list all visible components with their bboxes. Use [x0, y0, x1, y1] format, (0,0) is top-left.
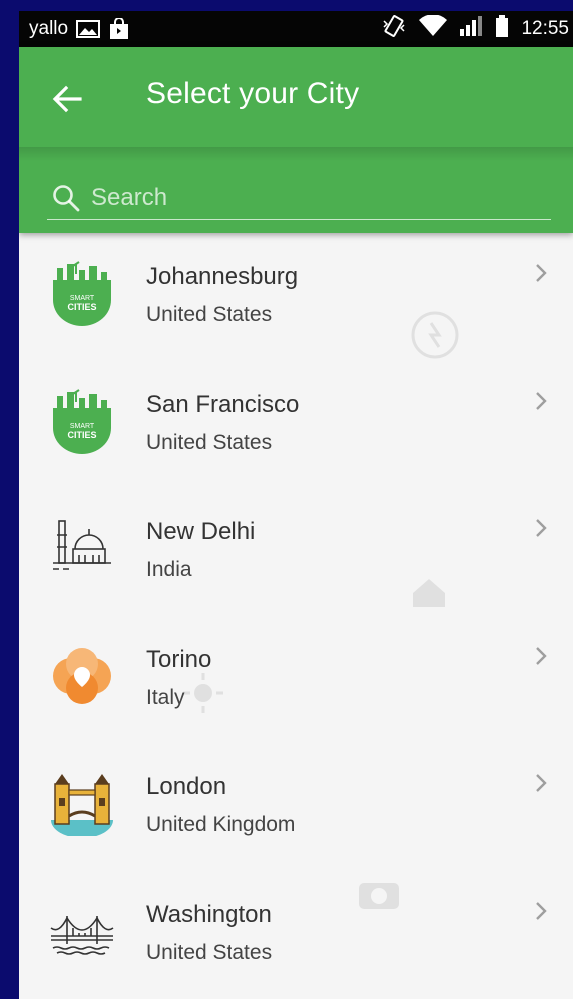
battery-icon [495, 15, 509, 43]
city-list: SMART CITIES Johannesburg United States [19, 233, 573, 998]
search-icon [53, 185, 80, 212]
monument-logo-icon [53, 520, 111, 570]
city-country: United States [146, 303, 273, 326]
city-country: United States [146, 940, 273, 964]
city-name: Johannesburg [146, 263, 299, 290]
chevron-right-icon [536, 519, 547, 537]
clock: 12:55 [521, 18, 569, 39]
chevron-right-icon [536, 264, 547, 282]
city-country: United States [146, 430, 273, 454]
city-country: India [146, 558, 192, 581]
search-bar[interactable] [47, 177, 551, 220]
city-name: Torino [146, 645, 212, 673]
svg-text:SMART: SMART [70, 295, 95, 302]
status-bar: yallo 12:55 [19, 11, 573, 47]
app-header: Select your City [19, 47, 573, 233]
city-country: Italy [146, 685, 185, 709]
chevron-right-icon [536, 646, 547, 665]
carrier-label: yallo [29, 18, 69, 39]
city-row-torino[interactable]: Torino Italy [19, 616, 573, 744]
signal-icon [459, 15, 483, 43]
tower-bridge-logo-icon [51, 774, 113, 836]
smart-cities-logo-icon: SMART CITIES [53, 261, 111, 326]
chevron-right-icon [536, 901, 547, 920]
svg-text:CITIES: CITIES [67, 302, 96, 312]
city-country: United Kingdom [146, 813, 296, 836]
city-name: Washington [146, 900, 272, 928]
suspension-bridge-logo-icon [50, 915, 114, 955]
city-row-johannesburg[interactable]: SMART CITIES Johannesburg United States [19, 233, 573, 361]
smart-cities-logo-icon: SMART CITIES [53, 388, 111, 454]
vibrate-icon [381, 15, 407, 43]
back-button[interactable] [49, 81, 85, 117]
image-icon [76, 19, 101, 39]
city-name: New Delhi [146, 518, 256, 545]
search-input[interactable] [89, 183, 533, 213]
city-row-london[interactable]: London United Kingdom [19, 743, 573, 871]
app-screen: yallo 12:55 Select your City Search SMAR… [19, 11, 573, 999]
city-row-washington[interactable]: Washington United States [19, 871, 573, 999]
shopping-bag-icon [108, 18, 130, 40]
city-row-san-francisco[interactable]: SMART CITIES San Francisco United States [19, 361, 573, 489]
device-frame: yallo 12:55 Select your City Search SMAR… [0, 0, 573, 999]
orange-flower-logo-icon [53, 647, 111, 704]
chevron-right-icon [536, 774, 547, 792]
svg-text:SMART: SMART [70, 423, 95, 430]
city-name: San Francisco [146, 390, 300, 418]
chevron-right-icon [536, 391, 547, 410]
wifi-icon [419, 14, 448, 43]
arrow-left-icon [52, 85, 82, 113]
svg-text:CITIES: CITIES [67, 430, 96, 440]
page-title: Select your City [146, 77, 360, 110]
city-row-new-delhi[interactable]: New Delhi India [19, 488, 573, 616]
header-divider [19, 147, 573, 161]
city-name: London [146, 773, 227, 800]
